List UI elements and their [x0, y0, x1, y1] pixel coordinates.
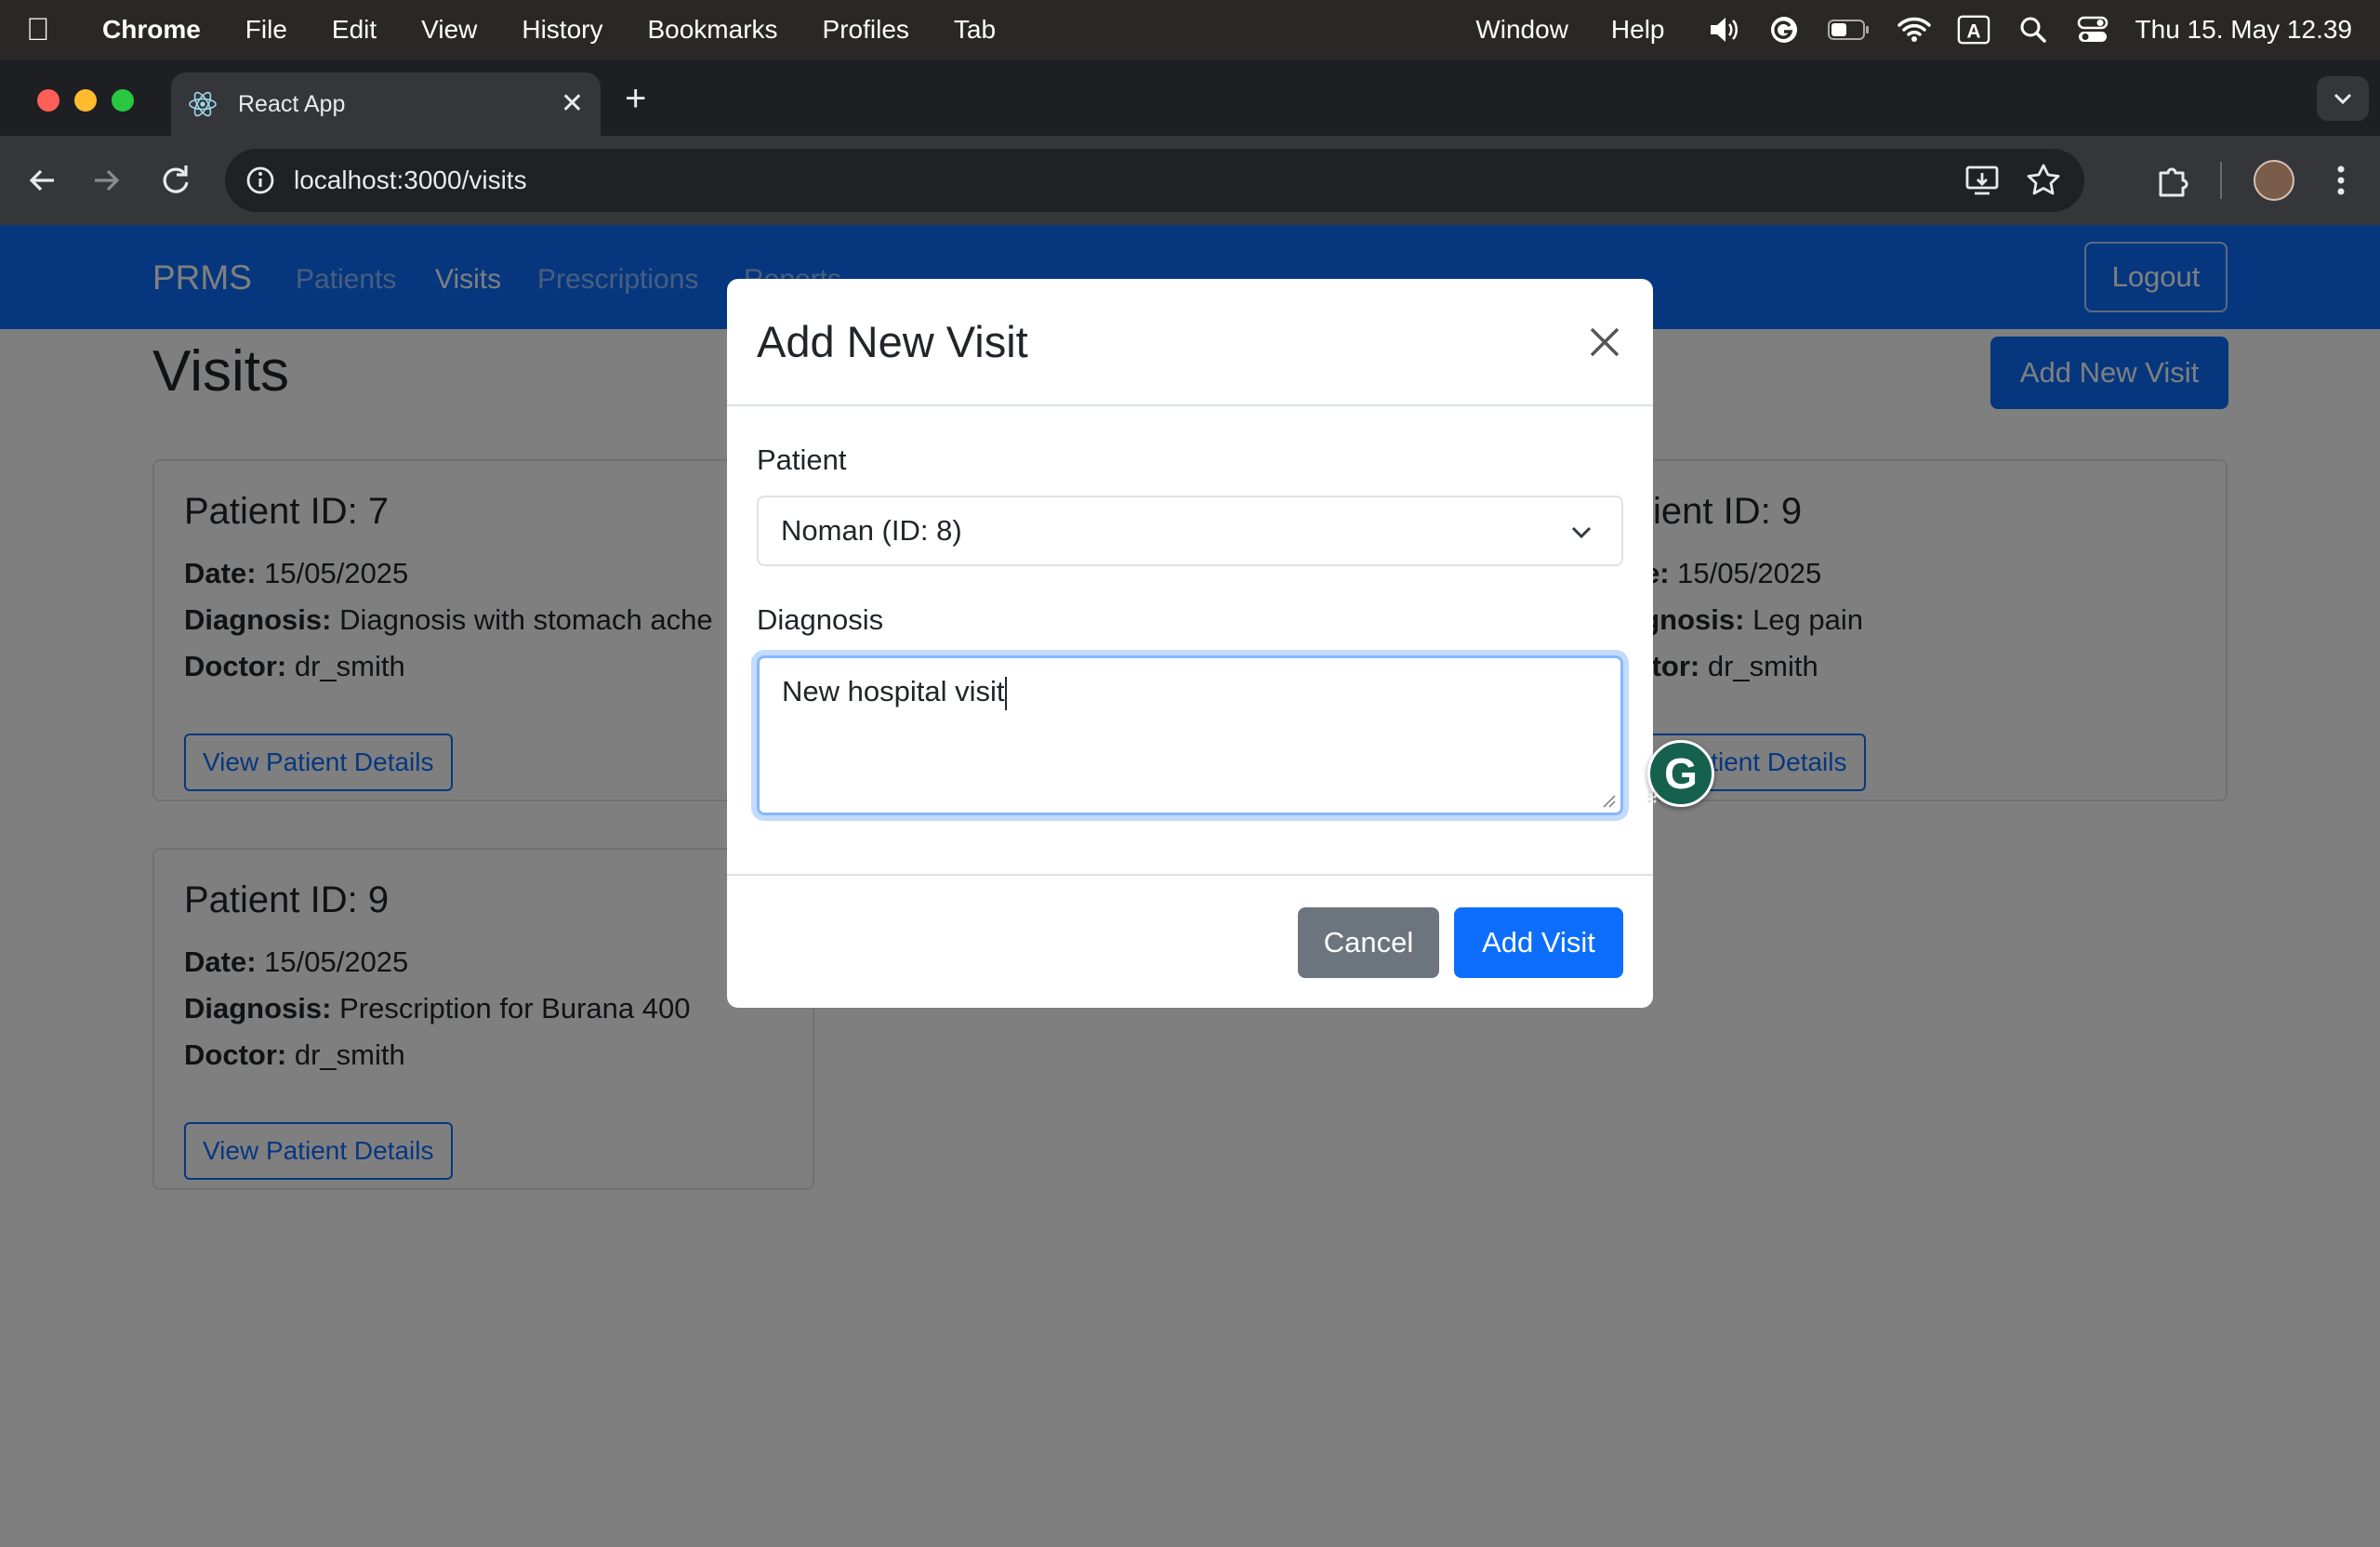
apple-icon[interactable]:  — [26, 12, 76, 48]
chevron-down-icon — [1571, 526, 1592, 539]
resize-grip-icon[interactable] — [1600, 792, 1617, 809]
patient-select-value: Noman (ID: 8) — [781, 514, 962, 547]
window-minimize-button[interactable] — [74, 89, 97, 112]
grammarly-status-icon[interactable] — [1767, 13, 1801, 46]
modal-footer: Cancel Add Visit — [727, 876, 1653, 1006]
browser-tab-strip: React App ✕ + — [0, 60, 2380, 136]
menu-app-name[interactable]: Chrome — [102, 15, 201, 45]
modal-body: Patient Noman (ID: 8) Diagnosis New hosp… — [727, 406, 1653, 876]
mac-menu-bar:  Chrome File Edit View History Bookmark… — [0, 0, 2380, 60]
menu-clock[interactable]: Thu 15. May 12.39 — [2135, 15, 2352, 45]
battery-icon[interactable] — [1827, 13, 1871, 46]
toolbar-divider — [2220, 162, 2222, 199]
menu-edit[interactable]: Edit — [332, 15, 377, 45]
browser-tab-active[interactable]: React App ✕ — [171, 73, 601, 136]
window-zoom-button[interactable] — [112, 89, 134, 112]
menu-file[interactable]: File — [245, 15, 287, 45]
spotlight-search-icon[interactable] — [2016, 13, 2050, 46]
bookmark-star-icon[interactable] — [2025, 162, 2062, 199]
volume-icon[interactable] — [1708, 13, 1741, 46]
add-visit-button[interactable]: Add Visit — [1454, 907, 1623, 978]
control-center-icon[interactable] — [2076, 13, 2109, 46]
back-arrow-icon[interactable] — [22, 160, 63, 201]
svg-text:A: A — [1966, 21, 1980, 43]
diagnosis-textarea[interactable]: New hospital visit — [757, 655, 1623, 815]
menu-history[interactable]: History — [522, 15, 602, 45]
drag-handle-icon[interactable] — [1646, 788, 1659, 805]
menu-tab[interactable]: Tab — [954, 15, 996, 45]
browser-toolbar: localhost:3000/visits — [0, 136, 2380, 225]
menu-window[interactable]: Window — [1475, 15, 1568, 45]
input-source-icon[interactable]: A — [1957, 13, 1990, 46]
menu-view[interactable]: View — [421, 15, 477, 45]
window-close-button[interactable] — [37, 89, 60, 112]
site-info-icon[interactable] — [242, 162, 279, 199]
patient-label: Patient — [757, 443, 847, 476]
menu-bookmarks[interactable]: Bookmarks — [647, 15, 777, 45]
install-app-icon[interactable] — [1964, 162, 2001, 199]
forward-arrow-icon[interactable] — [86, 160, 126, 201]
reload-icon[interactable] — [154, 160, 195, 201]
tab-close-icon[interactable]: ✕ — [561, 87, 584, 120]
diagnosis-label: Diagnosis — [757, 603, 884, 636]
diagnosis-text: New hospital visit — [782, 675, 1005, 707]
close-icon[interactable] — [1580, 318, 1629, 366]
patient-select[interactable]: Noman (ID: 8) — [757, 496, 1623, 566]
wifi-icon[interactable] — [1897, 13, 1931, 46]
modal-title: Add New Visit — [757, 317, 1028, 366]
address-bar[interactable]: localhost:3000/visits — [225, 149, 2084, 212]
tab-search-chevron-icon[interactable] — [2317, 76, 2369, 121]
menu-help[interactable]: Help — [1611, 15, 1665, 45]
text-caret — [1005, 676, 1008, 710]
react-favicon-icon — [189, 91, 217, 117]
tab-title: React App — [238, 90, 346, 117]
extensions-puzzle-icon[interactable] — [2153, 160, 2194, 201]
modal-header: Add New Visit — [727, 279, 1653, 406]
profile-avatar[interactable] — [2254, 160, 2294, 201]
add-visit-modal: Add New Visit Patient Noman (ID: 8) Diag… — [727, 279, 1653, 1008]
menu-profiles[interactable]: Profiles — [823, 15, 909, 45]
url-text[interactable]: localhost:3000/visits — [294, 165, 527, 195]
new-tab-icon[interactable]: + — [625, 78, 646, 120]
chrome-menu-kebab-icon[interactable] — [2320, 160, 2361, 201]
cancel-button[interactable]: Cancel — [1298, 907, 1439, 978]
